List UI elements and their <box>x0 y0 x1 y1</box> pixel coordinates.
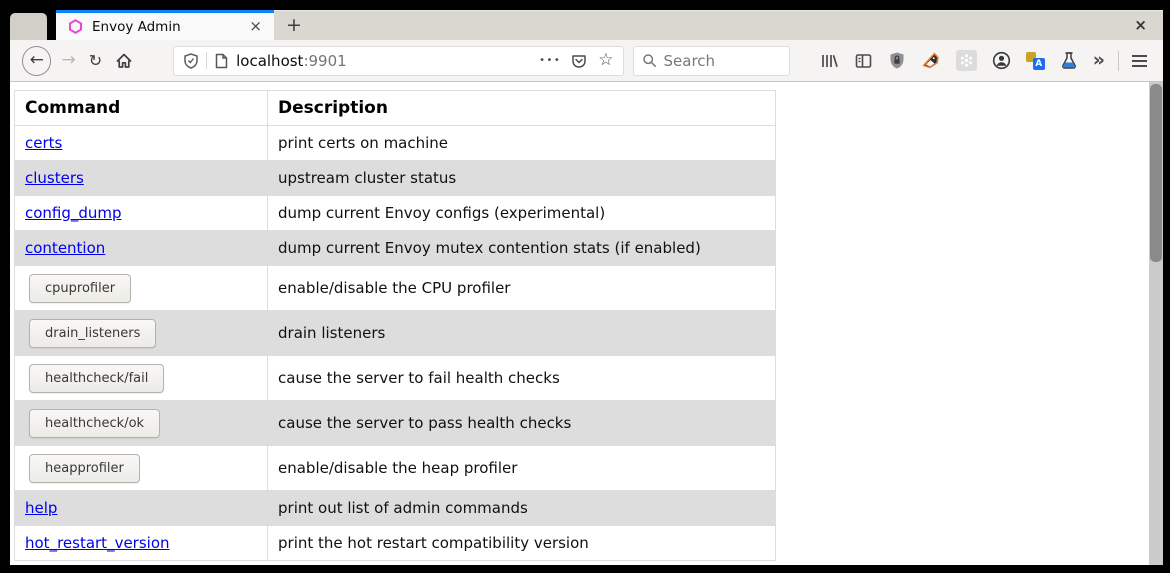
command-description: print certs on machine <box>268 126 776 161</box>
url-text[interactable]: localhost:9901 <box>236 52 347 70</box>
command-cell: config_dump <box>15 196 268 231</box>
new-tab-button[interactable]: + <box>286 16 302 35</box>
command-link[interactable]: help <box>25 499 57 517</box>
toolbar-separator <box>1118 51 1119 71</box>
admin-commands-table: Command Description certs print certs on… <box>14 90 776 561</box>
command-description: cause the server to pass health checks <box>268 401 776 446</box>
flask-icon[interactable] <box>1060 51 1078 70</box>
disabled-extension-icon <box>959 53 974 68</box>
command-description: print the hot restart compatibility vers… <box>268 526 776 561</box>
tab-title: Envoy Admin <box>92 19 245 35</box>
command-description: dump current Envoy mutex contention stat… <box>268 231 776 266</box>
browser-window: Envoy Admin × + × ← → ↻ <box>10 10 1163 565</box>
command-cell: drain_listeners <box>15 311 268 356</box>
back-arrow-icon: ← <box>30 52 44 69</box>
scrollbar-thumb[interactable] <box>1150 84 1162 262</box>
table-row: hot_restart_version print the hot restar… <box>15 526 776 561</box>
urlbar-divider <box>206 52 207 69</box>
command-description: drain listeners <box>268 311 776 356</box>
reload-button[interactable]: ↻ <box>89 53 102 69</box>
command-description: upstream cluster status <box>268 161 776 196</box>
table-row: contention dump current Envoy mutex cont… <box>15 231 776 266</box>
command-cell: healthcheck/fail <box>15 356 268 401</box>
page-actions-icon[interactable]: ••• <box>539 55 561 66</box>
command-description: enable/disable the CPU profiler <box>268 266 776 311</box>
url-port: :9901 <box>303 52 346 70</box>
menu-icon <box>1132 55 1147 57</box>
table-header-row: Command Description <box>15 91 776 126</box>
table-row: config_dump dump current Envoy configs (… <box>15 196 776 231</box>
table-row: clusters upstream cluster status <box>15 161 776 196</box>
back-button[interactable]: ← <box>22 46 51 76</box>
library-icon[interactable] <box>820 52 839 70</box>
command-button[interactable]: cpuprofiler <box>29 274 131 303</box>
translate-icon[interactable]: A <box>1026 52 1045 70</box>
column-header-description: Description <box>268 91 776 126</box>
search-input[interactable] <box>664 52 774 70</box>
command-cell: certs <box>15 126 268 161</box>
pocket-icon[interactable] <box>571 53 587 69</box>
account-icon[interactable] <box>992 51 1011 70</box>
table-row: drain_listeners drain listeners <box>15 311 776 356</box>
table-row: cpuprofiler enable/disable the CPU profi… <box>15 266 776 311</box>
column-header-command: Command <box>15 91 268 126</box>
sidebars-icon[interactable] <box>854 52 873 70</box>
bookmark-star-icon[interactable]: ☆ <box>598 52 613 69</box>
home-button[interactable] <box>115 52 133 70</box>
command-link[interactable]: certs <box>25 134 62 152</box>
tab-bar-empty-area: + × <box>274 10 1163 40</box>
url-bar[interactable]: localhost:9901 ••• ☆ <box>173 46 623 76</box>
menu-button[interactable] <box>1132 55 1147 67</box>
table-row: help print out list of admin commands <box>15 491 776 526</box>
table-row: healthcheck/ok cause the server to pass … <box>15 401 776 446</box>
table-row: certs print certs on machine <box>15 126 776 161</box>
command-description: enable/disable the heap profiler <box>268 446 776 491</box>
forward-button[interactable]: → <box>61 52 75 69</box>
home-icon <box>115 52 133 70</box>
command-cell: help <box>15 491 268 526</box>
command-button[interactable]: healthcheck/ok <box>29 409 160 438</box>
vertical-scrollbar[interactable] <box>1149 82 1163 565</box>
command-link[interactable]: contention <box>25 239 105 257</box>
command-description: cause the server to fail health checks <box>268 356 776 401</box>
site-identity-page-icon[interactable] <box>214 53 229 69</box>
privacy-badger-icon[interactable] <box>921 51 941 70</box>
https-shield-lock-icon[interactable] <box>888 51 906 70</box>
tab-close-icon[interactable]: × <box>245 17 266 36</box>
command-button[interactable]: heapprofiler <box>29 454 140 483</box>
command-cell: hot_restart_version <box>15 526 268 561</box>
tab-bar: Envoy Admin × + × <box>10 10 1163 40</box>
translate-a-tile: A <box>1033 58 1045 70</box>
search-icon <box>642 53 657 68</box>
command-description: print out list of admin commands <box>268 491 776 526</box>
command-cell: contention <box>15 231 268 266</box>
disabled-extension-tile[interactable] <box>956 50 977 71</box>
command-link[interactable]: hot_restart_version <box>25 534 170 552</box>
command-link[interactable]: config_dump <box>25 204 122 222</box>
envoy-favicon-icon <box>68 19 83 34</box>
command-cell: clusters <box>15 161 268 196</box>
command-button[interactable]: drain_listeners <box>29 319 156 348</box>
tab-envoy-admin[interactable]: Envoy Admin × <box>56 10 274 40</box>
command-description: dump current Envoy configs (experimental… <box>268 196 776 231</box>
command-cell: heapprofiler <box>15 446 268 491</box>
table-row: healthcheck/fail cause the server to fai… <box>15 356 776 401</box>
command-link[interactable]: clusters <box>25 169 84 187</box>
tracking-protection-shield-icon[interactable] <box>183 53 199 69</box>
navigation-toolbar: ← → ↻ localhost:9901 ••• <box>10 40 1163 82</box>
toolbar-extension-icons: A » <box>820 50 1105 71</box>
overflow-chevrons-icon[interactable]: » <box>1093 51 1105 70</box>
command-cell: cpuprofiler <box>15 266 268 311</box>
url-host: localhost <box>236 52 303 70</box>
command-cell: healthcheck/ok <box>15 401 268 446</box>
window-close-button[interactable]: × <box>1134 18 1147 33</box>
search-bar[interactable] <box>633 46 790 76</box>
page-content: Command Description certs print certs on… <box>10 82 1163 565</box>
table-row: heapprofiler enable/disable the heap pro… <box>15 446 776 491</box>
window-manager-box[interactable] <box>10 13 47 40</box>
command-button[interactable]: healthcheck/fail <box>29 364 164 393</box>
